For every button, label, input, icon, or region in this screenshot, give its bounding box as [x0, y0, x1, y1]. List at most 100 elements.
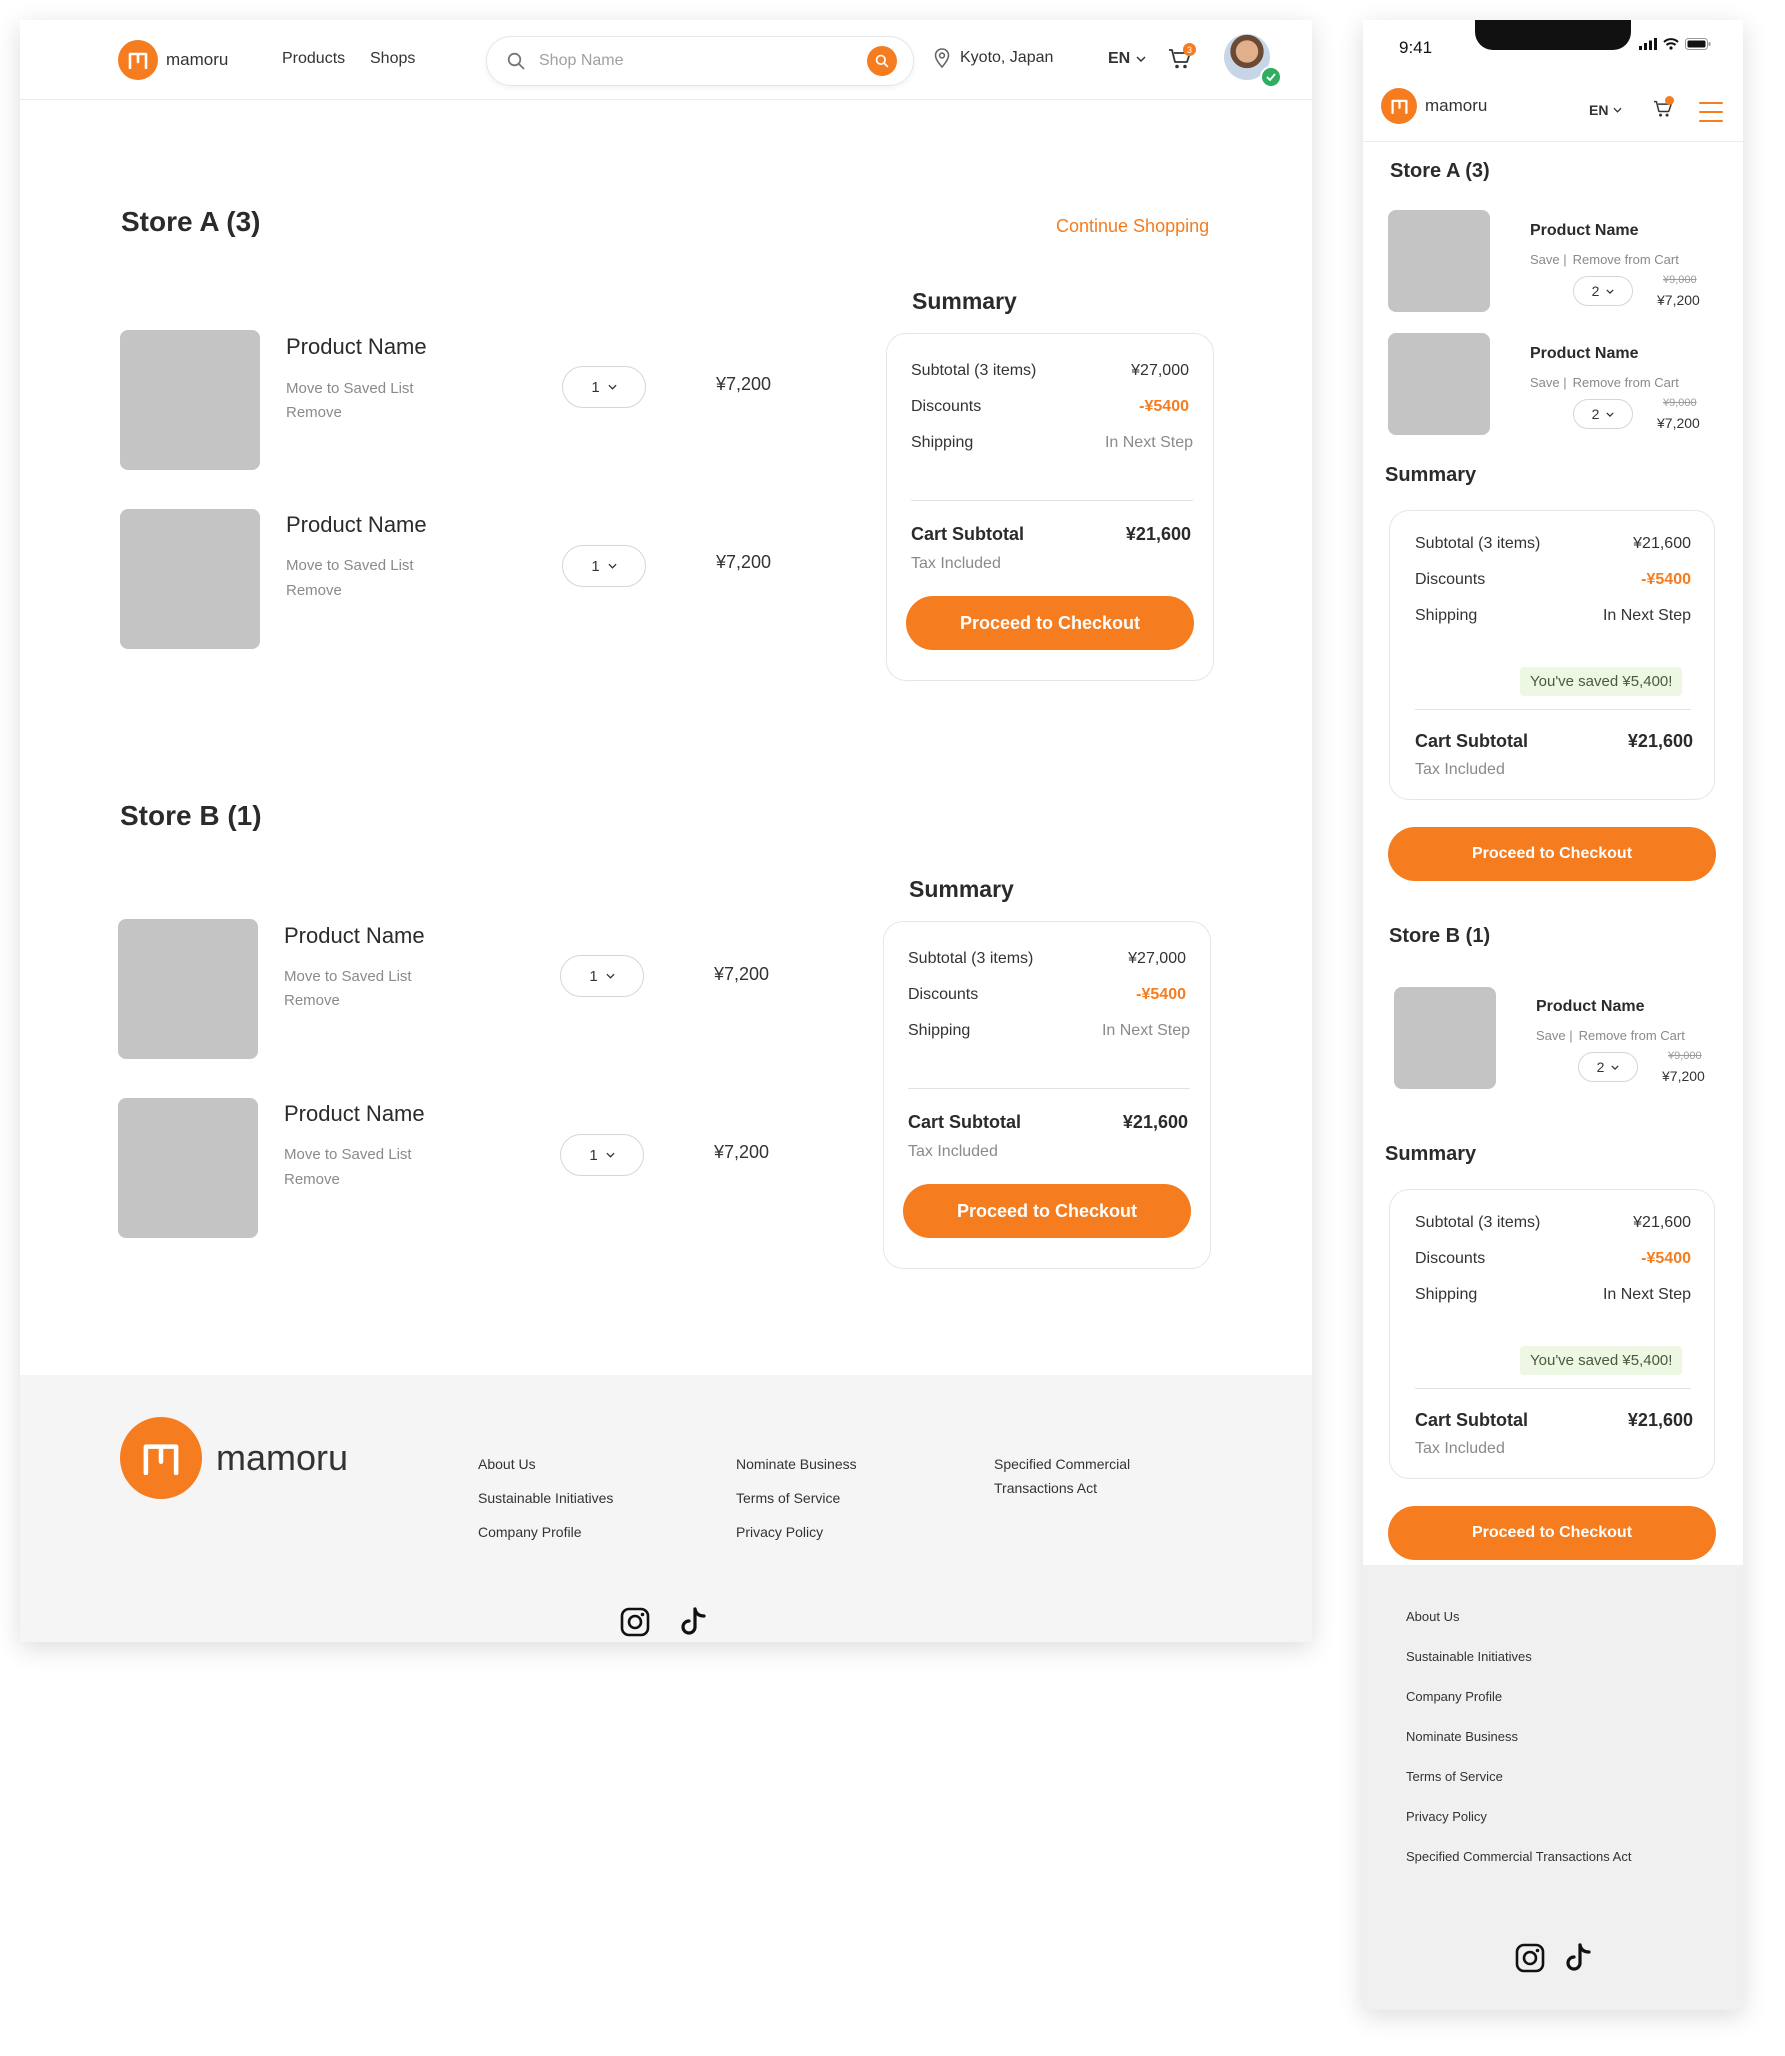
logo[interactable]: mamoru [118, 40, 228, 80]
product-name[interactable]: Product Name [284, 923, 425, 949]
nav-shops[interactable]: Shops [370, 50, 415, 68]
footer-link-about[interactable]: About Us [478, 1455, 536, 1473]
remove-link[interactable]: Remove [284, 1171, 340, 1188]
logo-mark-icon [120, 1417, 202, 1499]
quantity-value: 2 [1596, 1059, 1605, 1075]
product-image[interactable] [120, 509, 260, 649]
product-price: ¥7,200 [1662, 1068, 1705, 1084]
product-name[interactable]: Product Name [284, 1101, 425, 1127]
tax-note: Tax Included [908, 1143, 998, 1160]
instagram-icon[interactable] [620, 1607, 650, 1637]
product-name[interactable]: Product Name [1536, 998, 1644, 1016]
quantity-selector[interactable]: 1 [560, 955, 644, 997]
remove-link[interactable]: Remove [286, 404, 342, 421]
footer-link-company[interactable]: Company Profile [478, 1523, 582, 1541]
quantity-selector[interactable]: 1 [562, 366, 646, 408]
quantity-selector[interactable]: 1 [560, 1134, 644, 1176]
chevron-down-icon [1613, 107, 1623, 113]
logo[interactable]: mamoru [1381, 88, 1487, 124]
move-to-saved-link[interactable]: Move to Saved List [284, 968, 412, 985]
discounts-row: Discounts -¥5400 [908, 986, 1186, 1004]
language-selector[interactable]: EN [1589, 102, 1623, 118]
footer-link-company[interactable]: Company Profile [1406, 1689, 1502, 1704]
product-image[interactable] [1388, 210, 1490, 312]
proceed-to-checkout-button[interactable]: Proceed to Checkout [903, 1184, 1191, 1238]
footer-link-nominate[interactable]: Nominate Business [1406, 1729, 1518, 1744]
instagram-icon[interactable] [1515, 1943, 1545, 1973]
quantity-selector[interactable]: 1 [562, 545, 646, 587]
footer-link-privacy[interactable]: Privacy Policy [736, 1523, 823, 1541]
remove-from-cart-link[interactable]: Remove from Cart [1573, 375, 1679, 390]
move-to-saved-link[interactable]: Move to Saved List [284, 1146, 412, 1163]
summary-divider [911, 500, 1193, 501]
location-pin-icon [934, 48, 950, 68]
remove-from-cart-link[interactable]: Remove from Cart [1579, 1028, 1685, 1043]
location-selector[interactable]: Kyoto, Japan [934, 48, 1053, 68]
proceed-to-checkout-button[interactable]: Proceed to Checkout [1388, 1506, 1716, 1560]
product-image[interactable] [120, 330, 260, 470]
cart-subtotal-row: Cart Subtotal ¥21,600 [908, 1112, 1188, 1133]
search-submit-button[interactable] [867, 46, 897, 76]
save-link[interactable]: Save | [1530, 375, 1567, 390]
move-to-saved-link[interactable]: Move to Saved List [286, 557, 414, 574]
footer-link-nominate[interactable]: Nominate Business [736, 1455, 857, 1473]
cart-button[interactable] [1653, 96, 1674, 123]
footer-link-terms[interactable]: Terms of Service [1406, 1769, 1503, 1784]
remove-link[interactable]: Remove [284, 992, 340, 1009]
save-link[interactable]: Save | [1536, 1028, 1573, 1043]
footer-link-about[interactable]: About Us [1406, 1609, 1459, 1624]
product-price: ¥7,200 [714, 1142, 770, 1162]
product-image[interactable] [118, 919, 258, 1059]
product-name[interactable]: Product Name [286, 334, 427, 360]
cart-button[interactable]: 3 [1168, 43, 1196, 75]
quantity-value: 2 [1591, 406, 1600, 422]
tiktok-icon[interactable] [680, 1607, 708, 1637]
product-image[interactable] [1394, 987, 1496, 1089]
discounts-value: -¥5400 [1641, 1250, 1691, 1267]
subtotal-value: ¥27,000 [1131, 362, 1189, 379]
quantity-value: 1 [589, 967, 598, 985]
quantity-selector[interactable]: 2 [1573, 276, 1633, 306]
nav-products[interactable]: Products [282, 50, 345, 68]
footer-link-sustainable[interactable]: Sustainable Initiatives [478, 1489, 613, 1507]
footer-link-commercial[interactable]: Specified Commercial Transactions Act [1406, 1849, 1631, 1864]
desktop-footer: mamoru About Us Sustainable Initiatives … [20, 1375, 1312, 1642]
product-name[interactable]: Product Name [1530, 222, 1638, 240]
language-selector[interactable]: EN [1108, 50, 1146, 68]
footer-link-privacy[interactable]: Privacy Policy [1406, 1809, 1487, 1824]
store-b-title: Store B (1) [120, 800, 262, 831]
shipping-row: Shipping In Next Step [1415, 607, 1691, 625]
remove-from-cart-link[interactable]: Remove from Cart [1573, 252, 1679, 267]
continue-shopping-link[interactable]: Continue Shopping [1056, 216, 1209, 237]
footer-link-commercial[interactable]: Specified Commercial Transactions Act [994, 1455, 1130, 1497]
hamburger-menu-icon[interactable] [1699, 102, 1723, 122]
proceed-to-checkout-button[interactable]: Proceed to Checkout [1388, 827, 1716, 881]
remove-link[interactable]: Remove [286, 582, 342, 599]
tax-note: Tax Included [1415, 1440, 1505, 1457]
cart-subtotal-label: Cart Subtotal [908, 1112, 1022, 1132]
cart-count-badge [1665, 96, 1674, 105]
quantity-selector[interactable]: 2 [1578, 1052, 1638, 1082]
cart-subtotal-value: ¥21,600 [1627, 1410, 1693, 1430]
shipping-label: Shipping [1415, 607, 1478, 624]
product-image[interactable] [1388, 333, 1490, 435]
proceed-to-checkout-button[interactable]: Proceed to Checkout [906, 596, 1194, 650]
move-to-saved-link[interactable]: Move to Saved List [286, 380, 414, 397]
cart-subtotal-row: Cart Subtotal ¥21,600 [911, 524, 1191, 545]
search-icon [507, 52, 525, 75]
subtotal-label: Subtotal (3 items) [1415, 1214, 1541, 1231]
save-link[interactable]: Save | [1530, 252, 1567, 267]
original-price: ¥9,000 [1663, 274, 1697, 286]
quantity-selector[interactable]: 2 [1573, 399, 1633, 429]
chevron-down-icon [1606, 411, 1615, 417]
footer-link-terms[interactable]: Terms of Service [736, 1489, 840, 1507]
product-image[interactable] [118, 1098, 258, 1238]
tiktok-icon[interactable] [1565, 1943, 1593, 1973]
footer-link-sustainable[interactable]: Sustainable Initiatives [1406, 1649, 1532, 1664]
verified-check-icon [1260, 66, 1282, 88]
search-input[interactable] [539, 49, 839, 73]
footer-logo[interactable]: mamoru [120, 1417, 348, 1499]
product-name[interactable]: Product Name [286, 512, 427, 538]
product-name[interactable]: Product Name [1530, 345, 1638, 363]
summary-divider [1415, 1388, 1691, 1389]
